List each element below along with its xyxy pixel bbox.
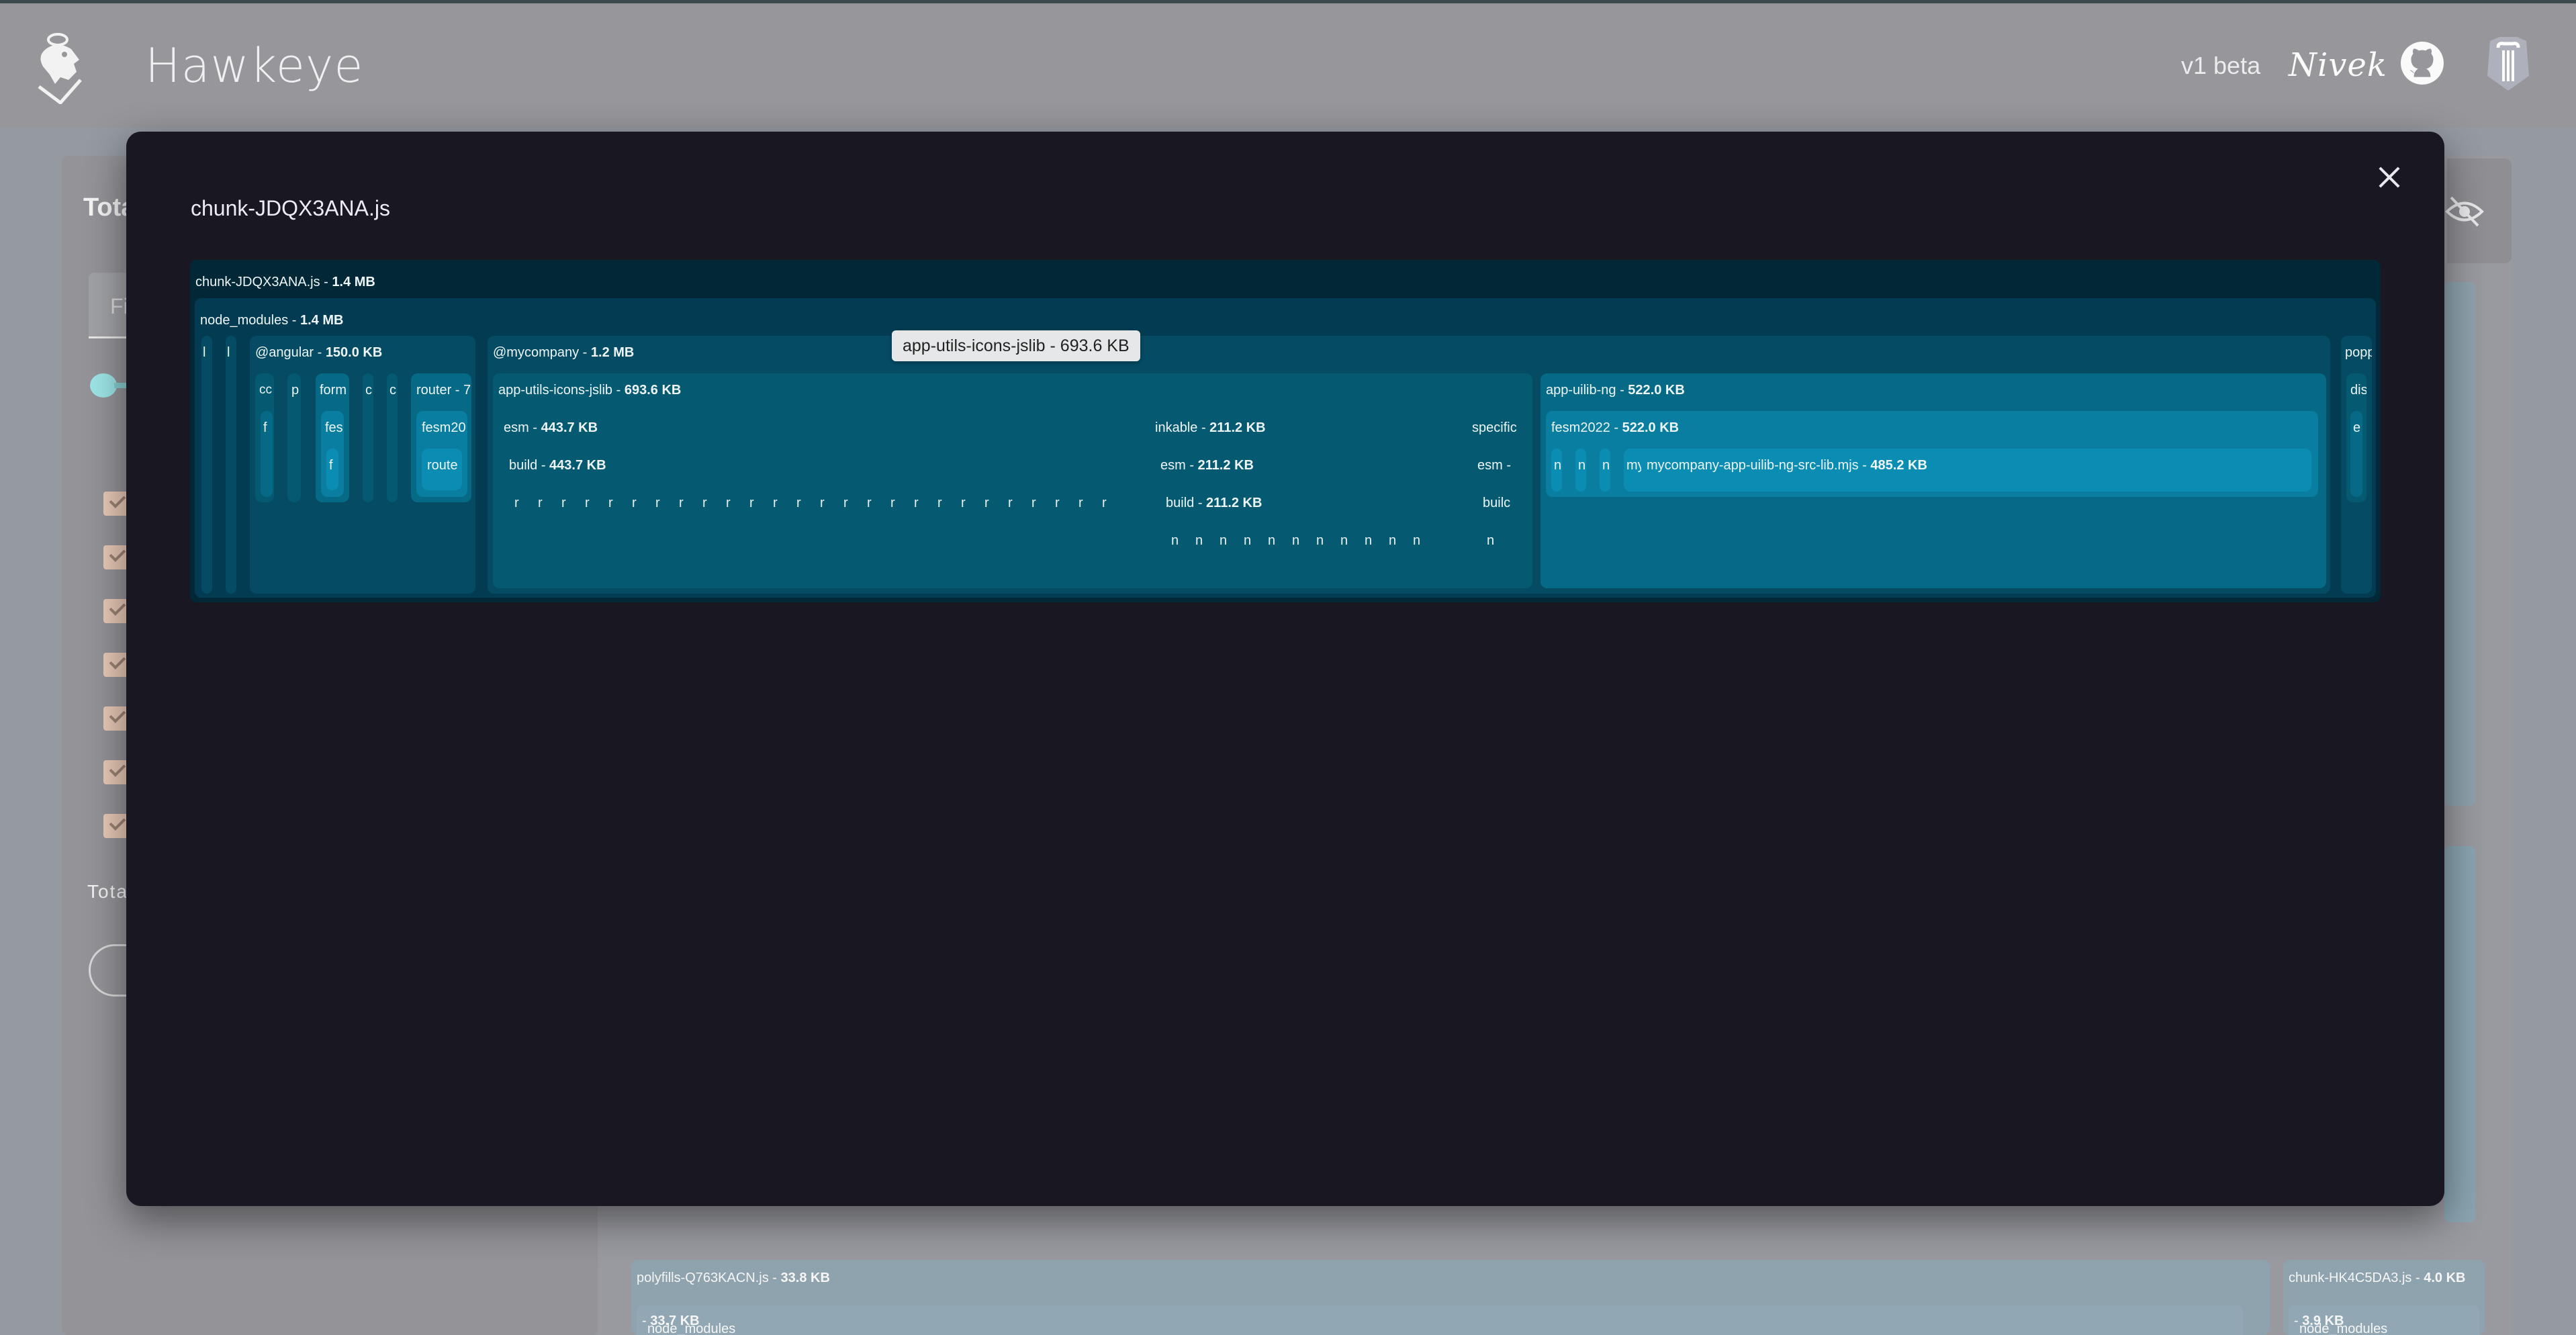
hawk-logo-icon[interactable] — [30, 30, 90, 104]
treemap-angular-child[interactable]: c — [363, 373, 373, 502]
treemap-leaf[interactable]: r — [749, 496, 773, 511]
author-signature[interactable]: Nivek — [2289, 46, 2387, 84]
treemap-leaf[interactable]: r — [702, 496, 726, 511]
treemap-sliver[interactable]: l — [226, 336, 236, 594]
bundle-card-child[interactable]: node_modules - 3.9 KB — [2289, 1305, 2479, 1335]
treemap-leaf[interactable]: n — [1244, 533, 1268, 549]
threshold-slider-thumb[interactable] — [90, 373, 117, 398]
top-app-bar: Hawkeye v1 beta Nivek — [0, 0, 2576, 128]
treemap-leaf[interactable]: n — [1171, 533, 1195, 549]
treemap-leaf[interactable]: r — [984, 496, 1008, 511]
treemap-leaf[interactable]: n — [1413, 533, 1437, 549]
treemap-leaf[interactable]: r — [1102, 496, 1125, 511]
treemap-leaf[interactable]: n — [1292, 533, 1316, 549]
treemap-tooltip: app-utils-icons-jslib - 693.6 KB — [892, 330, 1140, 361]
treemap-leaf[interactable]: r — [773, 496, 796, 511]
treemap-leaf[interactable]: r — [632, 496, 655, 511]
bundle-card-label: chunk-HK4C5DA3.js - 4.0 KB — [2289, 1271, 2466, 1285]
bundle-card-chunk-hk4c5da3[interactable]: chunk-HK4C5DA3.js - 4.0 KB node_modules … — [2283, 1260, 2485, 1335]
treemap-icons-esm-build[interactable]: build - 443.7 KB — [504, 449, 1125, 578]
treemap-angular-router-file[interactable]: route — [422, 449, 462, 490]
treemap-leaf[interactable]: r — [1031, 496, 1055, 511]
background-treemap-cell — [2444, 846, 2475, 1222]
treemap-cell-label: n — [1578, 458, 1586, 473]
treemap-cell-label: n — [1602, 458, 1610, 473]
treemap-leaf[interactable]: r — [890, 496, 914, 511]
treemap-leaf[interactable]: r — [514, 496, 538, 511]
treemap-leaf[interactable]: r — [914, 496, 937, 511]
treemap-icons-inkable-leaves[interactable]: nnnnnnnnnnn — [1171, 533, 1437, 549]
treemap-leaf[interactable]: n — [1340, 533, 1365, 549]
bundle-card-polyfills[interactable]: polyfills-Q763KACN.js - 33.8 KB node_mod… — [631, 1260, 2270, 1335]
treemap-icons-esm-leaves[interactable]: rrrrrrrrrrrrrrrrrrrrrrrrrr — [514, 496, 1125, 511]
app-title[interactable]: Hawkeye — [145, 38, 363, 93]
treemap-leaf[interactable]: r — [561, 496, 585, 511]
treemap-leaf[interactable]: n — [1389, 533, 1413, 549]
treemap-leaf[interactable]: r — [608, 496, 632, 511]
treemap-popper-file[interactable]: e — [2350, 411, 2362, 497]
treemap-icons-inkable-build[interactable]: build - 211.2 KB — [1160, 486, 1448, 573]
treemap-leaf[interactable]: r — [937, 496, 961, 511]
treemap-uilib-small-file[interactable]: n — [1551, 449, 1562, 492]
treemap-leaf[interactable]: r — [726, 496, 749, 511]
treemap-leaf[interactable]: r — [843, 496, 867, 511]
version-label: v1 beta — [2181, 52, 2261, 79]
treemap-leaf[interactable]: r — [820, 496, 843, 511]
treemap-sliver[interactable]: l — [201, 336, 212, 594]
treemap-uilib-small-file[interactable]: n — [1575, 449, 1586, 492]
treemap-cell-label: n — [1554, 458, 1562, 473]
treemap-uilib-small-file[interactable]: n — [1600, 449, 1610, 492]
bundle-card-child[interactable]: node_modules - 33.7 KB — [637, 1305, 2243, 1335]
treemap-leaf[interactable]: r — [796, 496, 820, 511]
treemap-angular-child[interactable]: c — [387, 373, 398, 502]
filter-placeholder: Fi — [110, 294, 128, 318]
eye-off-icon[interactable] — [2444, 195, 2485, 228]
total-label: Tota — [87, 881, 128, 902]
treemap-leaf[interactable]: r — [961, 496, 984, 511]
bundle-card-label: polyfills-Q763KACN.js - 33.8 KB — [637, 1271, 830, 1285]
treemap-angular-grandchild[interactable]: f — [261, 411, 273, 497]
treemap-leaf[interactable]: r — [867, 496, 890, 511]
treemap-leaf[interactable]: r — [538, 496, 561, 511]
background-treemap-cell — [2444, 282, 2475, 806]
treemap-leaf[interactable]: r — [679, 496, 702, 511]
treemap-leaf[interactable]: n — [1195, 533, 1220, 549]
treemap-leaf[interactable]: r — [585, 496, 608, 511]
treemap-leaf[interactable]: n — [1220, 533, 1244, 549]
treemap-uilib-main-file[interactable]: mycompany-app-uilib-ng-src-lib.mjs - 485… — [1641, 449, 2311, 492]
treemap-leaf[interactable]: n — [1268, 533, 1292, 549]
github-icon[interactable] — [2400, 41, 2444, 85]
treemap-leaf[interactable]: n — [1316, 533, 1340, 549]
treemap-leaf[interactable]: r — [655, 496, 679, 511]
treemap-leaf[interactable]: r — [1078, 496, 1102, 511]
close-icon[interactable] — [2375, 163, 2404, 192]
treemap-leaf[interactable]: r — [1055, 496, 1078, 511]
modal-title: chunk-JDQX3ANA.js — [191, 196, 390, 220]
treemap-leaf[interactable]: n — [1365, 533, 1389, 549]
treemap-angular-forms-file[interactable]: f — [326, 449, 338, 490]
treemap-angular-child[interactable]: p — [287, 373, 301, 502]
treemap-leaf[interactable]: r — [1008, 496, 1031, 511]
pillar-icon[interactable] — [2485, 36, 2532, 92]
treemap-icons-specific-leaf[interactable]: n — [1483, 524, 1502, 567]
